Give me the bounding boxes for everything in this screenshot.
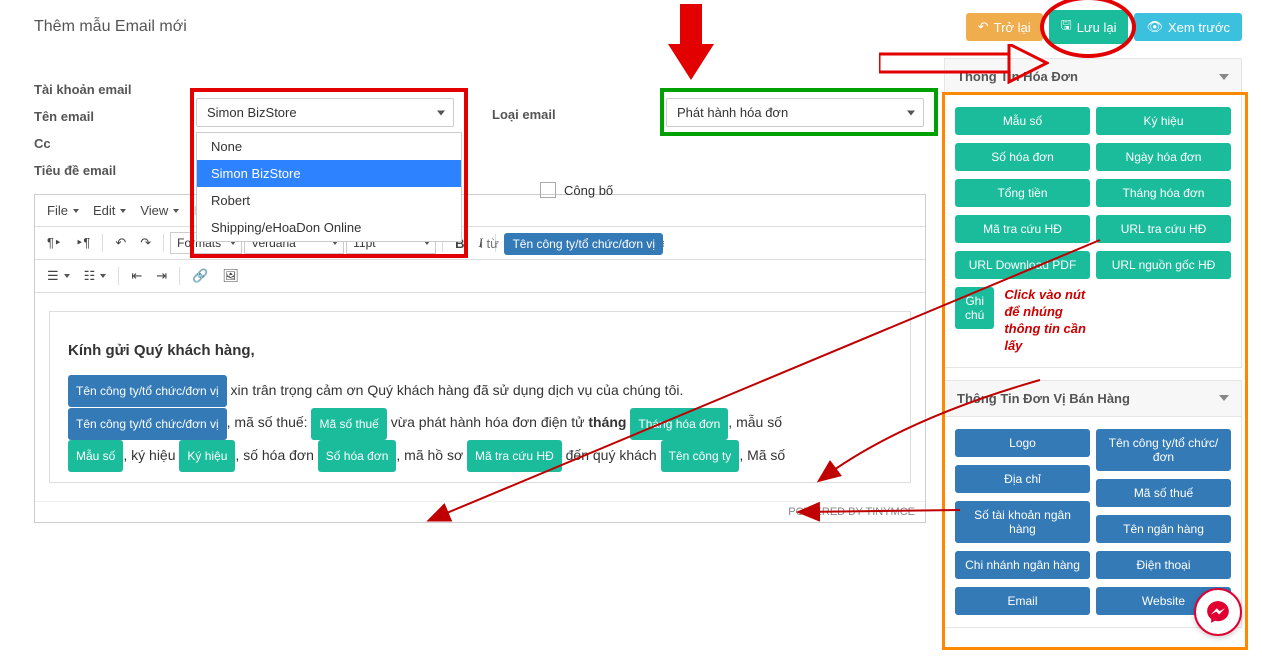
editor-footer: POWERED BY TINYMCE — [35, 501, 925, 522]
tag-serial[interactable]: Ký hiệu — [1096, 107, 1231, 135]
tag-bank-name[interactable]: Tên ngân hàng — [1096, 515, 1231, 543]
menu-file[interactable]: File — [41, 198, 85, 223]
tag-bank-account[interactable]: Số tài khoản ngân hàng — [955, 501, 1090, 543]
tag-invoice-date[interactable]: Ngày hóa đơn — [1096, 143, 1231, 171]
image-icon[interactable]: 🖼 — [216, 263, 245, 289]
tag-email[interactable]: Email — [955, 587, 1090, 615]
back-button[interactable]: ↶Trở lại — [966, 13, 1043, 41]
chevron-down-icon — [1219, 74, 1229, 80]
pill-invoice-no[interactable]: Số hóa đơn — [318, 440, 397, 472]
name-label: Tên email — [34, 109, 192, 124]
type-select[interactable]: Phát hành hóa đơn — [666, 98, 924, 127]
title-suffix: i từ Tên công ty/tổ chức/đơn vị — [480, 233, 663, 255]
messenger-icon — [1205, 599, 1231, 625]
tag-address[interactable]: Địa chỉ — [955, 465, 1090, 493]
paragraph-rtl-icon[interactable]: ‣¶ — [70, 230, 97, 256]
indent-icon[interactable]: ⇥ — [150, 263, 173, 289]
pill-form-no[interactable]: Mẫu số — [68, 440, 123, 472]
tag-phone[interactable]: Điện thoại — [1096, 551, 1231, 579]
pill-taxcode[interactable]: Mã số thuế — [311, 408, 386, 440]
chevron-down-icon — [1219, 395, 1229, 401]
dropdown-option[interactable]: Robert — [197, 187, 461, 214]
tag-note[interactable]: Ghi chú — [955, 287, 994, 329]
cc-label: Cc — [34, 136, 192, 151]
tag-url-pdf[interactable]: URL Download PDF — [955, 251, 1090, 279]
dropdown-option[interactable]: Simon BizStore — [197, 160, 461, 187]
pill-company-2[interactable]: Tên công ty/tổ chức/đơn vị — [68, 408, 227, 440]
account-label: Tài khoản email — [34, 82, 192, 97]
pill-company-name[interactable]: Tên công ty — [661, 440, 740, 472]
tag-url-lookup[interactable]: URL tra cứu HĐ — [1096, 215, 1231, 243]
tag-url-origin[interactable]: URL nguồn gốc HĐ — [1096, 251, 1231, 279]
tag-invoice-no[interactable]: Số hóa đơn — [955, 143, 1090, 171]
redo-icon[interactable]: ↷ — [134, 230, 157, 256]
dropdown-option[interactable]: None — [197, 133, 461, 160]
greeting: Kính gửi Quý khách hàng, — [68, 334, 892, 367]
account-select[interactable]: Simon BizStore — [196, 98, 454, 127]
annotation-arrow-down — [662, 0, 720, 86]
eye-icon: 👁 — [1146, 19, 1163, 35]
pill-serial[interactable]: Ký hiệu — [179, 440, 235, 472]
outdent-icon[interactable]: ⇤ — [125, 263, 148, 289]
bullet-list-icon[interactable]: ☰ — [41, 263, 76, 289]
pill-lookup-code[interactable]: Mã tra cứu HĐ — [467, 440, 562, 472]
reply-icon: ↶ — [978, 19, 989, 35]
tag-invoice-month[interactable]: Tháng hóa đơn — [1096, 179, 1231, 207]
title-pill-company[interactable]: Tên công ty/tổ chức/đơn vị — [504, 233, 663, 255]
paragraph-ltr-icon[interactable]: ¶‣ — [41, 230, 68, 256]
tag-company-name[interactable]: Tên công ty/tổ chức/đơn — [1096, 429, 1231, 471]
editor-menubar: File Edit View Insert Format Tools Table — [35, 195, 925, 227]
dropdown-option[interactable]: Shipping/eHoaDon Online — [197, 214, 461, 241]
save-button[interactable]: 🖫Lưu lại — [1049, 10, 1129, 44]
tag-logo[interactable]: Logo — [955, 429, 1090, 457]
publish-checkbox[interactable] — [540, 182, 556, 198]
title-label: Tiêu đề email — [34, 163, 192, 178]
tag-total[interactable]: Tổng tiền — [955, 179, 1090, 207]
publish-label: Công bố — [564, 183, 613, 198]
undo-icon[interactable]: ↶ — [109, 230, 132, 256]
caret-down-icon — [907, 110, 915, 115]
tag-lookup-code[interactable]: Mã tra cứu HĐ — [955, 215, 1090, 243]
menu-view[interactable]: View — [134, 198, 185, 223]
number-list-icon[interactable]: ☷ — [78, 263, 113, 289]
editor-content[interactable]: Kính gửi Quý khách hàng, Tên công ty/tổ … — [35, 293, 925, 501]
tag-tax-code[interactable]: Mã số thuế — [1096, 479, 1231, 507]
type-label: Loại email — [492, 107, 556, 122]
accordion-seller-info[interactable]: Thông Tin Đơn Vị Bán Hàng — [944, 380, 1242, 417]
tag-form-no[interactable]: Mẫu số — [955, 107, 1090, 135]
page-title: Thêm mẫu Email mới — [34, 18, 960, 36]
chat-widget[interactable] — [1194, 588, 1242, 636]
annotation-arrow-right — [879, 44, 1049, 84]
account-dropdown: None Simon BizStore Robert Shipping/eHoa… — [196, 132, 462, 242]
pill-company-1[interactable]: Tên công ty/tổ chức/đơn vị — [68, 375, 227, 407]
save-icon: 🖫 — [1061, 16, 1072, 38]
caret-down-icon — [437, 110, 445, 115]
menu-edit[interactable]: Edit — [87, 198, 132, 223]
help-note: Click vào nút để nhúng thông tin cần lấy — [1004, 287, 1090, 355]
editor-toolbar-2: ☰ ☷ ⇤ ⇥ 🔗 🖼 — [35, 260, 925, 293]
tag-bank-branch[interactable]: Chi nhánh ngân hàng — [955, 551, 1090, 579]
pill-invoice-month[interactable]: Tháng hóa đơn — [630, 408, 728, 440]
link-icon[interactable]: 🔗 — [186, 263, 214, 289]
preview-button[interactable]: 👁Xem trước — [1134, 13, 1242, 41]
